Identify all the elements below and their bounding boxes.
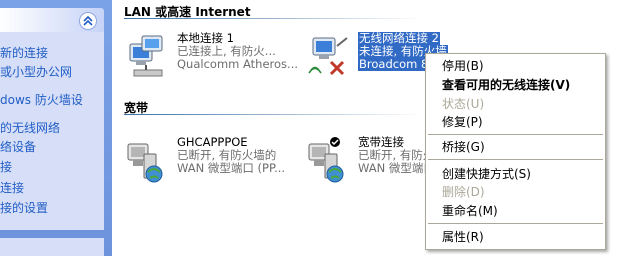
connection-broadband[interactable]: 宽带连接 已断开, 有防火墙的 WAN 微型端口 (PP... (305, 136, 466, 184)
task-link-connection-settings[interactable]: 接的设置 (0, 199, 48, 217)
task-link-firewall[interactable]: dows 防火墙设 (0, 91, 83, 109)
task-link-home-office[interactable]: 或小型办公网 (0, 63, 72, 81)
connection-device: Qualcomm Atheros... (177, 57, 299, 71)
lan-connection-icon (129, 35, 163, 77)
task-pane: 新的连接 或小型办公网 dows 防火墙设 的无线网络 络设备 接 连接 接的设… (0, 0, 112, 256)
menu-item-rename[interactable]: 重命名(M) (426, 202, 605, 220)
menu-item-disable[interactable]: 停用(B) (426, 57, 605, 75)
context-menu: 停用(B) 查看可用的无线连接(V) 状态(U) 修复(P) 桥接(G) 创建快… (425, 53, 606, 250)
menu-item-properties[interactable]: 属性(R) (426, 228, 605, 246)
group-divider (124, 114, 424, 115)
connection-text: GHCAPPPOE 已断开, 有防火墙的 WAN 微型端口 (PP... (177, 136, 285, 175)
menu-item-repair[interactable]: 修复(P) (426, 113, 605, 131)
menu-item-view-wireless[interactable]: 查看可用的无线连接(V) (426, 76, 605, 94)
task-link-network-device[interactable]: 络设备 (0, 138, 36, 156)
menu-item-delete: 删除(D) (442, 185, 485, 199)
connection-local-area[interactable]: 本地连接 1 已连接上, 有防火... Qualcomm Atheros... (124, 32, 304, 80)
wireless-connection-icon (308, 37, 348, 76)
task-link-new-connection[interactable]: 新的连接 (0, 44, 48, 62)
menu-separator (428, 223, 603, 224)
task-link-wireless[interactable]: 的无线网络 (0, 119, 60, 137)
connection-device: WAN 微型端口 (PP... (177, 161, 286, 175)
menu-item-status: 状态(U) (442, 97, 485, 111)
broadband-connection-icon (127, 143, 163, 183)
collapse-chevron-icon[interactable] (79, 12, 97, 30)
task-link-connection[interactable]: 连接 (0, 179, 24, 197)
menu-item-bridge[interactable]: 桥接(G) (426, 138, 605, 156)
connection-text: 本地连接 1 已连接上, 有防火... Qualcomm Atheros... (177, 32, 298, 71)
menu-separator (428, 134, 603, 135)
task-pane-section (0, 238, 104, 256)
task-link-connect[interactable]: 接 (0, 158, 12, 176)
menu-separator (428, 159, 603, 160)
menu-item-create-shortcut[interactable]: 创建快捷方式(S) (426, 165, 605, 183)
connection-ghcapppoe[interactable]: GHCAPPPOE 已断开, 有防火墙的 WAN 微型端口 (PP... (124, 136, 304, 184)
group-divider (124, 18, 424, 19)
broadband-connection-icon (308, 137, 344, 183)
task-pane-body: 新的连接 或小型办公网 dows 防火墙设 的无线网络 络设备 接 连接 接的设… (0, 32, 104, 230)
